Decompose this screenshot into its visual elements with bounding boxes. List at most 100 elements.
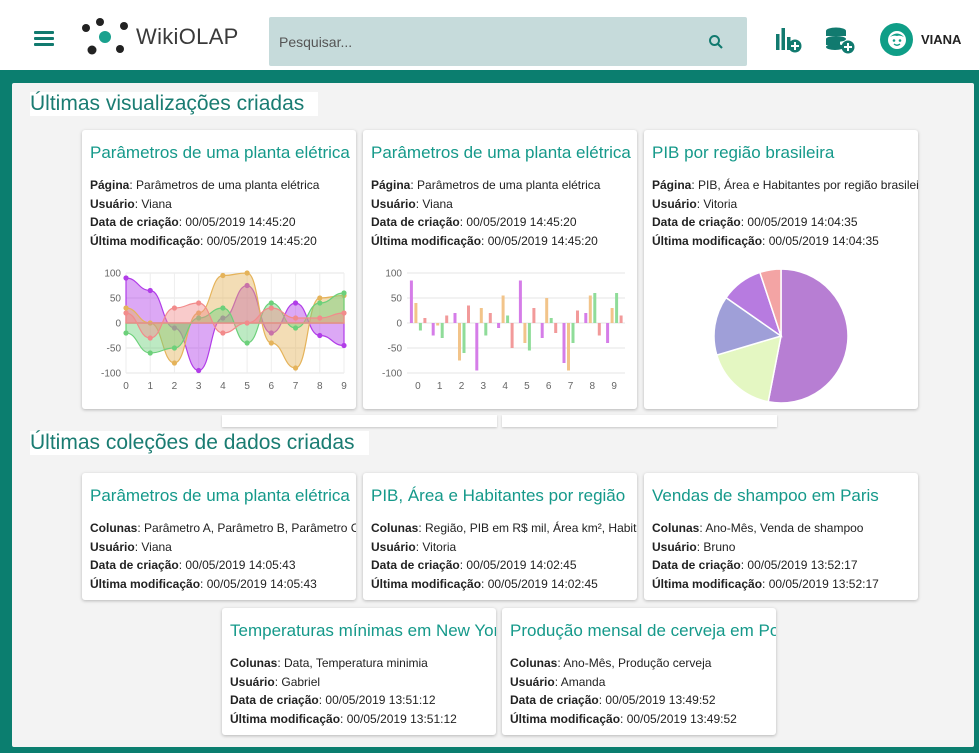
x-tick-label: 7	[568, 381, 574, 392]
card-placeholder	[222, 415, 497, 427]
search-input[interactable]	[279, 30, 699, 54]
bar	[418, 323, 422, 331]
collection-card[interactable]: Temperaturas mínimas em New York Colunas…	[222, 608, 496, 735]
collection-card[interactable]: Parâmetros de uma planta elétrica Coluna…	[82, 473, 356, 600]
menu-icon[interactable]	[34, 31, 54, 46]
bar	[597, 323, 601, 336]
data-point	[171, 305, 178, 311]
y-tick-label: 0	[115, 319, 121, 330]
bar	[619, 315, 623, 323]
card-modified: 00/05/2019 14:02:45	[487, 576, 598, 591]
card-columns: Região, PIB em R$ mil, Área km², Habitan…	[425, 521, 637, 535]
data-point	[317, 315, 323, 321]
y-tick-label: 0	[396, 319, 402, 330]
user-name: VIANA	[921, 32, 962, 47]
y-tick-label: 100	[104, 269, 121, 280]
bar	[593, 293, 597, 323]
bar	[523, 323, 527, 343]
top-app-bar: WikiOLAP Pesquisar... VIANA	[0, 0, 979, 70]
x-tick-label: 7	[293, 381, 299, 392]
bar	[436, 323, 440, 326]
card-meta: Página: Parâmetros de uma planta elétric…	[90, 178, 320, 248]
data-point	[171, 360, 178, 366]
x-tick-label: 2	[172, 381, 178, 392]
bar	[606, 323, 610, 343]
card-created: 00/05/2019 13:52:17	[747, 558, 858, 572]
data-point	[171, 345, 178, 351]
card-page: Parâmetros de uma planta elétrica	[417, 178, 601, 192]
data-point	[196, 367, 202, 374]
bar	[497, 323, 501, 328]
data-point	[244, 320, 250, 326]
data-point	[341, 310, 347, 316]
bar	[610, 308, 614, 323]
collection-card[interactable]: Vendas de shampoo em Paris Colunas: Ano-…	[644, 473, 918, 600]
data-point	[292, 325, 299, 331]
data-point	[123, 305, 129, 311]
card-meta: Colunas: Região, PIB em R$ mil, Área km²…	[371, 519, 637, 593]
bar	[414, 303, 418, 323]
card-meta: Colunas: Ano-Mês, Venda de shampoo Usuár…	[652, 521, 879, 591]
x-tick-label: 9	[341, 381, 347, 392]
x-tick-label: 6	[546, 381, 552, 392]
data-point	[147, 350, 153, 356]
card-modified: 00/05/2019 14:05:43	[206, 576, 317, 591]
visualization-card[interactable]: Parâmetros de uma planta elétrica Página…	[82, 130, 356, 409]
x-tick-label: 4	[502, 381, 508, 392]
user-menu[interactable]: VIANA	[880, 23, 961, 56]
card-created: 00/05/2019 14:05:43	[185, 558, 296, 572]
x-tick-label: 8	[590, 381, 596, 392]
card-columns: Parâmetro A, Parâmetro B, Parâmetro C	[144, 521, 356, 535]
x-tick-label: 3	[196, 381, 202, 392]
bar	[501, 295, 505, 323]
visualization-card[interactable]: PIB por região brasileira Página: PIB, Á…	[644, 130, 918, 409]
card-page: PIB, Área e Habitantes por região brasil…	[698, 178, 918, 192]
x-tick-label: 9	[611, 381, 617, 392]
card-user: Viana	[141, 196, 172, 211]
data-point	[317, 332, 323, 339]
card-columns: Ano-Mês, Venda de shampoo	[705, 521, 864, 535]
card-title: Parâmetros de uma planta elétrica	[371, 143, 631, 162]
card-title: Produção mensal de cerveja em Portugal	[510, 621, 776, 640]
visualization-card[interactable]: Parâmetros de uma planta elétrica Página…	[363, 130, 637, 409]
search-icon[interactable]	[707, 33, 725, 51]
data-point	[268, 340, 274, 346]
card-user: Amanda	[560, 674, 606, 689]
card-modified: 00/05/2019 13:49:52	[626, 711, 737, 726]
data-point	[268, 300, 274, 306]
bar	[462, 323, 466, 353]
search-bar[interactable]	[269, 17, 747, 66]
data-point	[147, 335, 153, 341]
data-point	[220, 305, 226, 311]
data-point	[292, 300, 299, 306]
add-chart-icon[interactable]	[774, 26, 802, 54]
data-point	[317, 295, 323, 301]
data-point	[196, 300, 202, 306]
card-columns: Data, Temperatura minimia	[284, 656, 428, 670]
wikiolap-logo[interactable]: WikiOLAP	[80, 17, 239, 57]
bar-chart: 100 50 0 -50 -100 0 1 2 3 4 5 6 7 8 9	[382, 269, 625, 392]
y-tick-label: -100	[382, 369, 402, 380]
pie-chart	[713, 268, 849, 404]
card-created: 00/05/2019 14:02:45	[466, 558, 577, 572]
bar	[510, 323, 514, 348]
bar	[506, 315, 510, 323]
data-point	[123, 310, 129, 316]
bar	[549, 318, 553, 323]
card-modified: 00/05/2019 13:52:17	[768, 576, 879, 591]
collection-card[interactable]: Produção mensal de cerveja em Portugal C…	[502, 608, 776, 735]
bar	[440, 323, 444, 338]
data-point	[244, 270, 250, 276]
data-point	[268, 305, 274, 311]
x-tick-label: 8	[317, 381, 323, 392]
card-user: Gabriel	[281, 674, 321, 689]
collection-card[interactable]: PIB, Área e Habitantes por região Coluna…	[363, 473, 637, 600]
bar	[571, 323, 575, 343]
bar	[484, 323, 488, 336]
x-tick-label: 4	[220, 381, 226, 392]
card-page: Parâmetros de uma planta elétrica	[136, 178, 320, 192]
add-database-icon[interactable]	[824, 26, 856, 56]
y-tick-label: -100	[101, 369, 121, 380]
card-title: PIB, Área e Habitantes por região	[371, 486, 626, 505]
face-icon	[887, 30, 906, 49]
